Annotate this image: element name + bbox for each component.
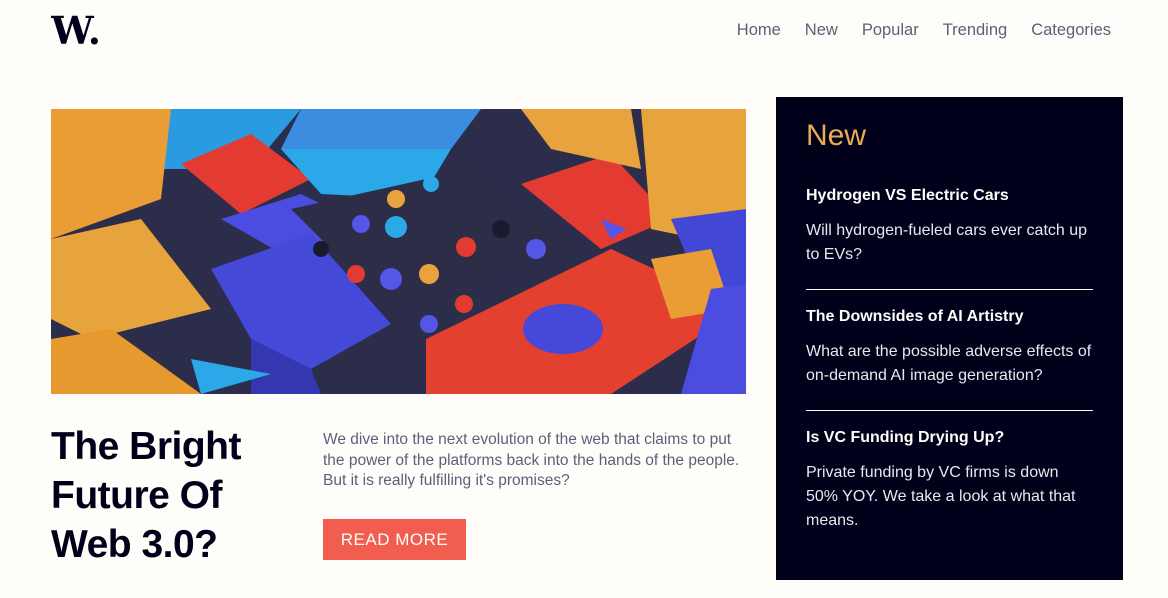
hero-image	[51, 109, 746, 394]
nav-popular-link[interactable]: Popular	[862, 21, 919, 40]
site-logo[interactable]: W.	[50, 8, 103, 53]
news-item[interactable]: Hydrogen VS Electric Cars Will hydrogen-…	[806, 183, 1093, 290]
news-item[interactable]: The Downsides of AI Artistry What are th…	[806, 290, 1093, 411]
news-item-description: Will hydrogen-fueled cars ever catch up …	[806, 222, 1088, 263]
nav-new-link[interactable]: New	[805, 21, 838, 40]
news-item-description: What are the possible adverse effects of…	[806, 343, 1092, 384]
news-item-title[interactable]: The Downsides of AI Artistry	[806, 308, 1093, 326]
nav-trending-link[interactable]: Trending	[943, 21, 1008, 40]
nav-home-link[interactable]: Home	[737, 21, 781, 40]
logo-mark: W.	[50, 8, 101, 53]
news-item-description: Private funding by VC firms is down 50% …	[806, 464, 1076, 529]
news-item[interactable]: Is VC Funding Drying Up? Private funding…	[806, 411, 1093, 555]
new-articles-sidebar: New Hydrogen VS Electric Cars Will hydro…	[776, 97, 1123, 580]
nav-categories-link[interactable]: Categories	[1031, 21, 1111, 40]
hero-description: We dive into the next evolution of the w…	[323, 431, 740, 489]
news-item-title[interactable]: Hydrogen VS Electric Cars	[806, 187, 1093, 205]
news-item-title[interactable]: Is VC Funding Drying Up?	[806, 429, 1093, 447]
sidebar-title: New	[806, 119, 867, 152]
svg-text:W.: W.	[51, 14, 101, 48]
hero-headline: The Bright Future Of Web 3.0?	[51, 425, 241, 566]
read-more-button[interactable]: READ MORE	[323, 519, 466, 560]
main-nav: Home New Popular Trending Categories	[737, 21, 1111, 40]
